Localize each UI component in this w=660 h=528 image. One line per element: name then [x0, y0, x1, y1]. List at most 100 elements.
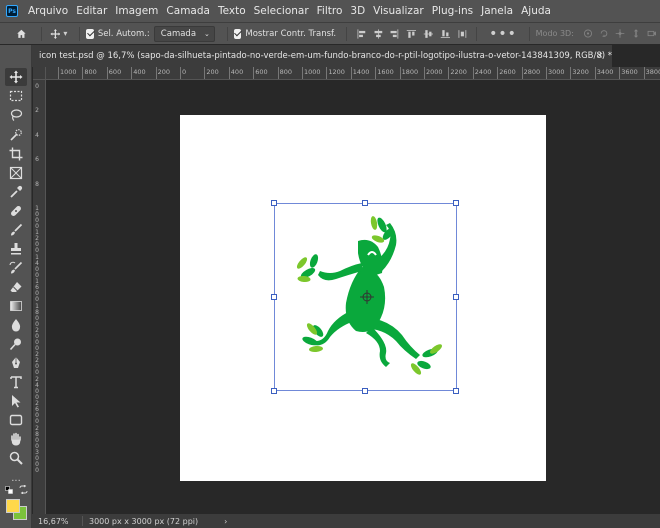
- align-top-icon[interactable]: [406, 27, 417, 41]
- menu-selecionar[interactable]: Selecionar: [250, 0, 313, 22]
- foreground-color-swatch[interactable]: [6, 499, 20, 513]
- ruler-tick-label: 2000: [35, 327, 39, 352]
- type-tool[interactable]: [8, 374, 24, 390]
- move-tool-preset-icon[interactable]: [49, 27, 61, 41]
- menu-editar[interactable]: Editar: [72, 0, 111, 22]
- roll-3d-icon[interactable]: [599, 27, 609, 40]
- ruler-tick-label: 200: [155, 67, 171, 79]
- brush-tool[interactable]: [8, 222, 24, 238]
- quick-select-tool[interactable]: [8, 127, 24, 143]
- menu-ajuda[interactable]: Ajuda: [517, 0, 555, 22]
- home-icon[interactable]: [16, 27, 27, 41]
- ruler-tick-label: 2800: [521, 67, 541, 79]
- healing-brush-tool[interactable]: [8, 203, 24, 219]
- document-tab[interactable]: icon test.psd @ 16,7% (sapo-da-silhueta-…: [32, 45, 612, 67]
- menu-arquivo[interactable]: Arquivo: [24, 0, 72, 22]
- quick-select-tool-icon: [10, 129, 22, 141]
- ruler-tick-label: 2600: [35, 400, 39, 426]
- close-icon[interactable]: ×: [596, 45, 604, 67]
- transform-handle-middle-left[interactable]: [271, 294, 277, 300]
- marquee-tool[interactable]: [8, 88, 24, 104]
- transform-handle-bottom-center[interactable]: [362, 388, 368, 394]
- ruler-origin[interactable]: [33, 67, 46, 80]
- pan-3d-icon[interactable]: [615, 27, 625, 40]
- auto-select-target-dropdown[interactable]: Camada ⌄: [153, 25, 215, 42]
- transform-handle-top-right[interactable]: [453, 200, 459, 206]
- pen-tool[interactable]: [8, 355, 24, 371]
- blur-tool[interactable]: [8, 317, 24, 333]
- transform-handle-middle-right[interactable]: [453, 294, 459, 300]
- transform-handle-bottom-left[interactable]: [271, 388, 277, 394]
- ruler-tick-label: 800: [82, 67, 97, 79]
- ruler-tick-label: 0: [35, 83, 39, 90]
- stamp-tool[interactable]: [8, 241, 24, 257]
- ruler-tick-label: 4: [35, 131, 39, 139]
- align-right-icon[interactable]: [389, 27, 400, 41]
- default-colors-icon[interactable]: [5, 486, 13, 494]
- orbit-3d-icon[interactable]: [583, 27, 593, 40]
- lasso-tool[interactable]: [8, 107, 24, 123]
- ruler-tick-label: 3400: [594, 67, 614, 79]
- ruler-tick-label: 400: [228, 67, 244, 79]
- hand-tool[interactable]: [8, 431, 24, 447]
- distribute-icon[interactable]: [457, 27, 468, 41]
- document-tab-title: icon test.psd @ 16,7% (sapo-da-silhueta-…: [39, 51, 612, 61]
- eyedropper-tool[interactable]: [8, 184, 24, 200]
- gradient-tool[interactable]: [8, 298, 24, 314]
- eraser-tool[interactable]: [8, 279, 24, 295]
- menu-filtro[interactable]: Filtro: [313, 0, 347, 22]
- ruler-tick-label: 1200: [35, 229, 39, 255]
- menu-visualizar[interactable]: Visualizar: [369, 0, 428, 22]
- menu-camada[interactable]: Camada: [162, 0, 214, 22]
- menu-bar: Ps Arquivo Editar Imagem Camada Texto Se…: [0, 0, 660, 22]
- dodge-tool-icon: [9, 338, 21, 351]
- align-middle-vertical-icon[interactable]: [423, 27, 434, 41]
- ruler-tick-label: 2800: [35, 424, 39, 450]
- photoshop-logo-icon[interactable]: Ps: [6, 5, 18, 17]
- rectangle-tool[interactable]: [8, 412, 24, 428]
- status-menu-arrow-icon[interactable]: ›: [224, 517, 227, 526]
- ruler-tick-label: 2200: [35, 351, 39, 377]
- gradient-tool-icon: [10, 301, 22, 311]
- type-tool-icon: [10, 376, 22, 389]
- menu-plugins[interactable]: Plug-ins: [428, 0, 477, 22]
- video-camera-3d-icon[interactable]: [647, 27, 657, 40]
- zoom-level-field[interactable]: 16,67%: [38, 517, 82, 526]
- crop-tool[interactable]: [8, 146, 24, 162]
- ruler-tick-label: 200: [204, 67, 219, 79]
- align-bottom-icon[interactable]: [440, 27, 451, 41]
- chevron-down-icon[interactable]: ▾: [63, 29, 67, 38]
- slide-3d-icon[interactable]: [631, 27, 641, 40]
- lasso-tool-icon: [10, 109, 23, 121]
- more-options-button[interactable]: •••: [489, 27, 517, 41]
- separator: [476, 26, 478, 41]
- show-transform-checkbox[interactable]: [233, 28, 242, 39]
- menu-imagem[interactable]: Imagem: [111, 0, 162, 22]
- auto-select-checkbox[interactable]: [86, 28, 94, 39]
- menu-3d[interactable]: 3D: [346, 0, 369, 22]
- transform-handle-bottom-right[interactable]: [453, 388, 459, 394]
- history-brush-tool[interactable]: [8, 260, 24, 276]
- frame-tool[interactable]: [8, 165, 24, 181]
- ruler-tick-label: 1800: [399, 67, 419, 79]
- path-select-tool[interactable]: [8, 393, 24, 409]
- move-tool[interactable]: [5, 68, 27, 86]
- horizontal-ruler[interactable]: 1000 800 600 400 200 0 200 400 600 800 1000 1200 140…: [46, 67, 660, 80]
- dodge-tool[interactable]: [8, 336, 24, 352]
- menu-janela[interactable]: Janela: [477, 0, 517, 22]
- align-center-horizontal-icon[interactable]: [373, 27, 384, 41]
- ruler-tick-label: 6: [35, 156, 39, 164]
- tools-panel: ···: [0, 45, 32, 528]
- ruler-tick-label: 8: [35, 180, 39, 188]
- reference-point-crosshair-icon[interactable]: [360, 290, 374, 304]
- transform-handle-top-center[interactable]: [362, 200, 368, 206]
- transform-handle-top-left[interactable]: [271, 200, 277, 206]
- swap-colors-icon[interactable]: [19, 484, 28, 495]
- vertical-ruler[interactable]: 0 2 4 6 8 1000 1200 1400 1600 1800 2000 2200 2400 260…: [33, 80, 46, 514]
- ruler-tick-label: 1200: [326, 67, 345, 79]
- eraser-tool-icon: [10, 282, 22, 292]
- ruler-tick-label: 2600: [497, 67, 516, 79]
- menu-texto[interactable]: Texto: [214, 0, 250, 22]
- zoom-tool[interactable]: [8, 450, 24, 466]
- align-left-icon[interactable]: [356, 27, 367, 41]
